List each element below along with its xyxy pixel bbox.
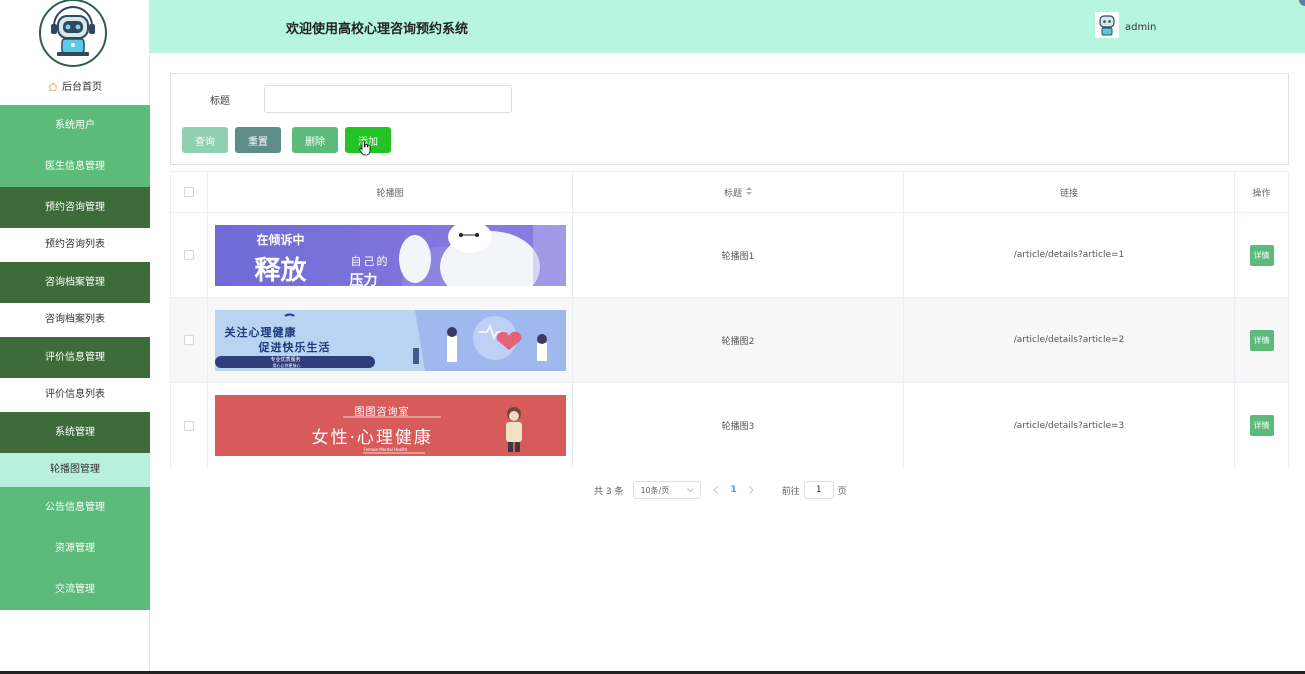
sidebar-item[interactable]: 交流管理	[0, 569, 150, 610]
page-size-value: 10条/页	[640, 485, 670, 495]
table-row: 关注心理健康 促进快乐生活 专业优质服务 用心让你更放心 轮播图2 /artic…	[171, 298, 1288, 383]
app: 后台首页 系统用户 医生信息管理 预约咨询管理 预约咨询列表 咨询档案管理 咨询档案列表评…	[0, 0, 1305, 674]
chevron-left-icon[interactable]	[713, 484, 719, 497]
row-title: 轮播图3	[573, 383, 904, 468]
user-menu[interactable]: admin	[1095, 12, 1156, 42]
sort-icon[interactable]	[746, 187, 752, 197]
search-title-label: 标题	[210, 96, 230, 107]
sidebar-item[interactable]: 系统用户	[0, 105, 150, 146]
row-checkbox[interactable]	[184, 335, 194, 345]
banner-2-text1: 关注心理健康	[224, 325, 297, 339]
sidebar-item[interactable]: 系统管理	[0, 412, 150, 453]
row-select-cell	[171, 213, 208, 297]
row-select-cell	[171, 383, 208, 468]
row-actions: 详情	[1235, 298, 1288, 382]
banner-image-2: 关注心理健康 促进快乐生活 专业优质服务 用心让你更放心	[214, 309, 566, 371]
select-all-checkbox[interactable]	[184, 187, 194, 197]
banner-3-text3: Female Mental Health	[363, 447, 408, 452]
col-header-title-label: 标题	[723, 188, 742, 199]
goto-page-input[interactable]: 1	[803, 481, 834, 499]
row-link: /article/details?article=1	[904, 213, 1235, 297]
row-link: /article/details?article=3	[904, 383, 1235, 468]
row-actions: 详情	[1235, 213, 1288, 297]
sidebar-item[interactable]: 医生信息管理	[0, 146, 150, 187]
row-select-cell	[171, 298, 208, 382]
row-link: /article/details?article=2	[904, 298, 1235, 382]
detail-button[interactable]: 详情	[1249, 329, 1274, 351]
top-header: 欢迎使用高校心理咨询预约系统 admin	[150, 0, 1305, 53]
robot-avatar-icon	[38, 0, 108, 68]
banner-table: 轮播图 标题 链接 操作 在倾诉中 释放 自己的 压力 轮播图1 /articl…	[170, 171, 1289, 468]
corner-badge	[1299, 0, 1305, 6]
sidebar-item[interactable]: 预约咨询列表	[0, 228, 150, 262]
sidebar: 后台首页 系统用户 医生信息管理 预约咨询管理 预约咨询列表 咨询档案管理 咨询档案列表评…	[0, 0, 150, 674]
home-link[interactable]: 后台首页	[0, 78, 150, 98]
banner-3-text2: 女性·心理健康	[311, 428, 433, 448]
page-size-select[interactable]: 10条/页	[633, 481, 702, 499]
col-header-link: 链接	[904, 172, 1235, 212]
banner-image-cell: 在倾诉中 释放 自己的 压力	[208, 213, 573, 297]
sidebar-item[interactable]: 资源管理	[0, 528, 150, 569]
banner-image-3: 图图咨询室 女性·心理健康 Female Mental Health	[214, 395, 566, 456]
select-all-cell	[171, 172, 208, 212]
sidebar-item[interactable]: 公告信息管理	[0, 487, 150, 528]
delete-button[interactable]: 删除	[292, 127, 338, 153]
search-title-input[interactable]	[264, 85, 512, 113]
row-actions: 详情	[1235, 383, 1288, 468]
table-header: 轮播图 标题 链接 操作	[171, 172, 1288, 213]
col-header-op: 操作	[1252, 188, 1271, 199]
page-title: 欢迎使用高校心理咨询预约系统	[286, 22, 469, 37]
banner-image-cell: 关注心理健康 促进快乐生活 专业优质服务 用心让你更放心	[208, 298, 573, 382]
detail-button[interactable]: 详情	[1249, 415, 1274, 436]
user-avatar-icon	[1095, 12, 1119, 42]
reset-button[interactable]: 重置	[235, 127, 281, 153]
row-checkbox[interactable]	[184, 420, 194, 431]
chevron-down-icon	[687, 486, 695, 495]
row-title: 轮播图1	[573, 213, 904, 297]
goto-suffix: 页	[837, 486, 847, 497]
sidebar-item[interactable]: 咨询档案管理	[0, 262, 150, 303]
col-header-image: 轮播图	[208, 172, 573, 212]
home-label: 后台首页	[62, 82, 102, 93]
banner-1-text2: 释放	[254, 255, 307, 286]
sidebar-item[interactable]: 评价信息列表	[0, 378, 150, 412]
banner-1-text4: 压力	[349, 272, 378, 286]
hand-cursor-icon	[359, 140, 371, 160]
banner-3-text1: 图图咨询室	[354, 407, 410, 418]
col-header-title[interactable]: 标题	[573, 172, 904, 212]
current-page[interactable]: 1	[730, 485, 736, 495]
banner-1-text1: 在倾诉中	[256, 232, 305, 247]
sidebar-item[interactable]: 预约咨询管理	[0, 187, 150, 228]
banner-image-cell: 图图咨询室 女性·心理健康 Female Mental Health	[208, 383, 573, 468]
table-row: 在倾诉中 释放 自己的 压力 轮播图1 /article/details?art…	[171, 213, 1288, 298]
home-icon	[48, 79, 58, 99]
search-panel: 标题 查询 重置 删除 添加	[170, 73, 1289, 165]
pagination: 共 3 条 10条/页 1 前往 1 页	[594, 481, 847, 499]
chevron-right-icon[interactable]	[748, 484, 754, 497]
detail-button[interactable]: 详情	[1249, 244, 1274, 266]
row-checkbox[interactable]	[184, 250, 194, 260]
sidebar-item[interactable]: 咨询档案列表	[0, 303, 150, 337]
banner-2-text3: 专业优质服务	[270, 356, 301, 363]
banner-2-text2: 促进快乐生活	[258, 340, 331, 354]
goto-prefix: 前往	[781, 486, 800, 497]
row-title: 轮播图2	[573, 298, 904, 382]
query-button[interactable]: 查询	[182, 127, 228, 153]
table-row: 图图咨询室 女性·心理健康 Female Mental Health 轮播图3 …	[171, 383, 1288, 468]
sidebar-item[interactable]: 评价信息管理	[0, 337, 150, 378]
banner-1-text3: 自己的	[350, 254, 390, 268]
sidebar-item[interactable]: 轮播图管理	[0, 453, 150, 487]
banner-2-text4: 用心让你更放心	[272, 362, 301, 368]
sidebar-menu: 系统用户 医生信息管理 预约咨询管理 预约咨询列表 咨询档案管理 咨询档案列表 评价信息管理…	[0, 105, 150, 610]
pagination-total: 共 3 条	[594, 486, 624, 497]
username: admin	[1125, 21, 1157, 33]
banner-image-1: 在倾诉中 释放 自己的 压力	[214, 224, 566, 286]
